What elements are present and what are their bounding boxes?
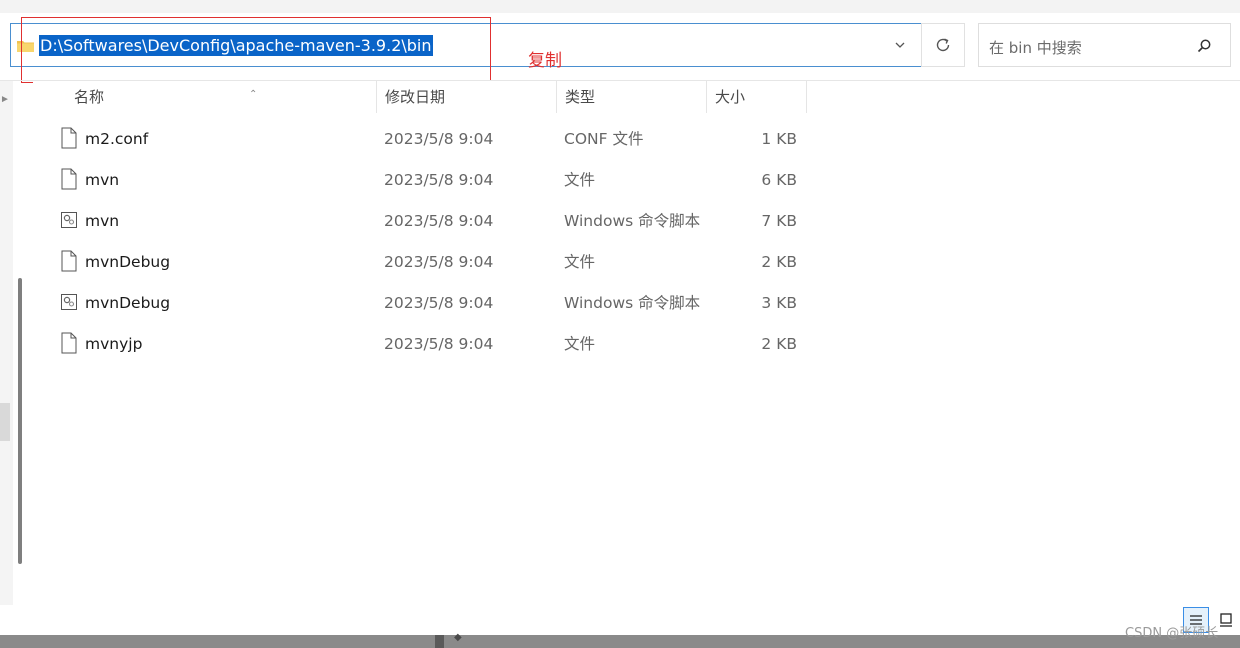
navigation-selected-item[interactable] xyxy=(0,403,10,441)
file-size: 2 KB xyxy=(761,253,797,271)
file-modified-date: 2023/5/8 9:04 xyxy=(384,130,494,148)
file-size: 1 KB xyxy=(761,130,797,148)
navigation-scrollbar[interactable] xyxy=(18,278,22,564)
file-type: Windows 命令脚本 xyxy=(564,212,701,230)
annotation-label: 复制 xyxy=(528,51,562,71)
file-icon xyxy=(61,127,77,149)
taskbar-glyph-icon: ◆ xyxy=(454,632,462,643)
file-row[interactable]: mvn 2023/5/8 9:04 文件 6 KB xyxy=(55,160,815,201)
file-row[interactable]: mvnyjp 2023/5/8 9:04 文件 2 KB xyxy=(55,324,815,365)
file-modified-date: 2023/5/8 9:04 xyxy=(384,335,494,353)
watermark: CSDN @张硕长 xyxy=(1125,626,1219,641)
file-name: mvn xyxy=(85,171,120,189)
file-size: 3 KB xyxy=(761,294,797,312)
file-row[interactable]: mvnDebug 2023/5/8 9:04 文件 2 KB xyxy=(55,242,815,283)
file-type: 文件 xyxy=(564,335,596,353)
column-header-type-label: 类型 xyxy=(565,88,596,106)
file-type: Windows 命令脚本 xyxy=(564,294,701,312)
file-list-pane[interactable]: 名称 ⌃ 修改日期 类型 大小 m2.conf 2023/5/8 9:04 CONF… xyxy=(33,81,1240,635)
search-placeholder[interactable]: 在 bin 中搜索 xyxy=(989,37,1082,58)
folder-icon xyxy=(17,41,34,52)
file-size: 7 KB xyxy=(761,212,797,230)
file-name: mvnDebug xyxy=(85,294,171,312)
column-header-size[interactable]: 大小 xyxy=(706,81,807,113)
file-name: mvnDebug xyxy=(85,253,171,271)
pin-icon[interactable]: ► xyxy=(0,94,10,105)
file-row[interactable]: mvn 2023/5/8 9:04 Windows 命令脚本 7 KB xyxy=(55,201,815,242)
column-header-date[interactable]: 修改日期 xyxy=(376,81,556,113)
file-type: 文件 xyxy=(564,171,596,189)
file-modified-date: 2023/5/8 9:04 xyxy=(384,253,494,271)
file-modified-date: 2023/5/8 9:04 xyxy=(384,294,494,312)
refresh-button[interactable] xyxy=(921,23,965,67)
search-box[interactable]: 在 bin 中搜索 xyxy=(978,23,1231,67)
column-header-type[interactable]: 类型 xyxy=(556,81,706,113)
taskbar-divider xyxy=(435,635,444,648)
file-icon xyxy=(61,168,77,190)
refresh-icon xyxy=(936,38,950,52)
script-file-icon xyxy=(61,209,77,231)
address-bar[interactable]: D:\Softwares\DevConfig\apache-maven-3.9.… xyxy=(10,23,922,67)
search-icon[interactable] xyxy=(1196,38,1212,54)
file-icon xyxy=(61,332,77,354)
file-icon xyxy=(61,250,77,272)
sort-indicator-icon: ⌃ xyxy=(249,89,258,100)
script-file-icon xyxy=(61,291,77,313)
navigation-pane[interactable] xyxy=(0,81,13,605)
column-header-name[interactable]: 名称 ⌃ xyxy=(66,81,378,113)
file-size: 2 KB xyxy=(761,335,797,353)
column-header-size-label: 大小 xyxy=(715,88,746,106)
large-icons-view-icon xyxy=(1220,613,1232,627)
address-path-text[interactable]: D:\Softwares\DevConfig\apache-maven-3.9.… xyxy=(39,35,433,56)
file-name: m2.conf xyxy=(85,130,149,148)
column-header-name-label: 名称 xyxy=(74,88,105,106)
file-name: mvn xyxy=(85,212,120,230)
file-type: 文件 xyxy=(564,253,596,271)
window-top-strip xyxy=(0,0,1240,13)
file-modified-date: 2023/5/8 9:04 xyxy=(384,212,494,230)
file-type: CONF 文件 xyxy=(564,130,644,148)
taskbar-strip xyxy=(0,635,1240,648)
file-size: 6 KB xyxy=(761,171,797,189)
file-modified-date: 2023/5/8 9:04 xyxy=(384,171,494,189)
file-row[interactable]: m2.conf 2023/5/8 9:04 CONF 文件 1 KB xyxy=(55,119,815,160)
chevron-down-icon[interactable] xyxy=(893,38,907,52)
column-header-date-label: 修改日期 xyxy=(385,88,446,106)
file-name: mvnyjp xyxy=(85,335,143,353)
file-row[interactable]: mvnDebug 2023/5/8 9:04 Windows 命令脚本 3 KB xyxy=(55,283,815,324)
